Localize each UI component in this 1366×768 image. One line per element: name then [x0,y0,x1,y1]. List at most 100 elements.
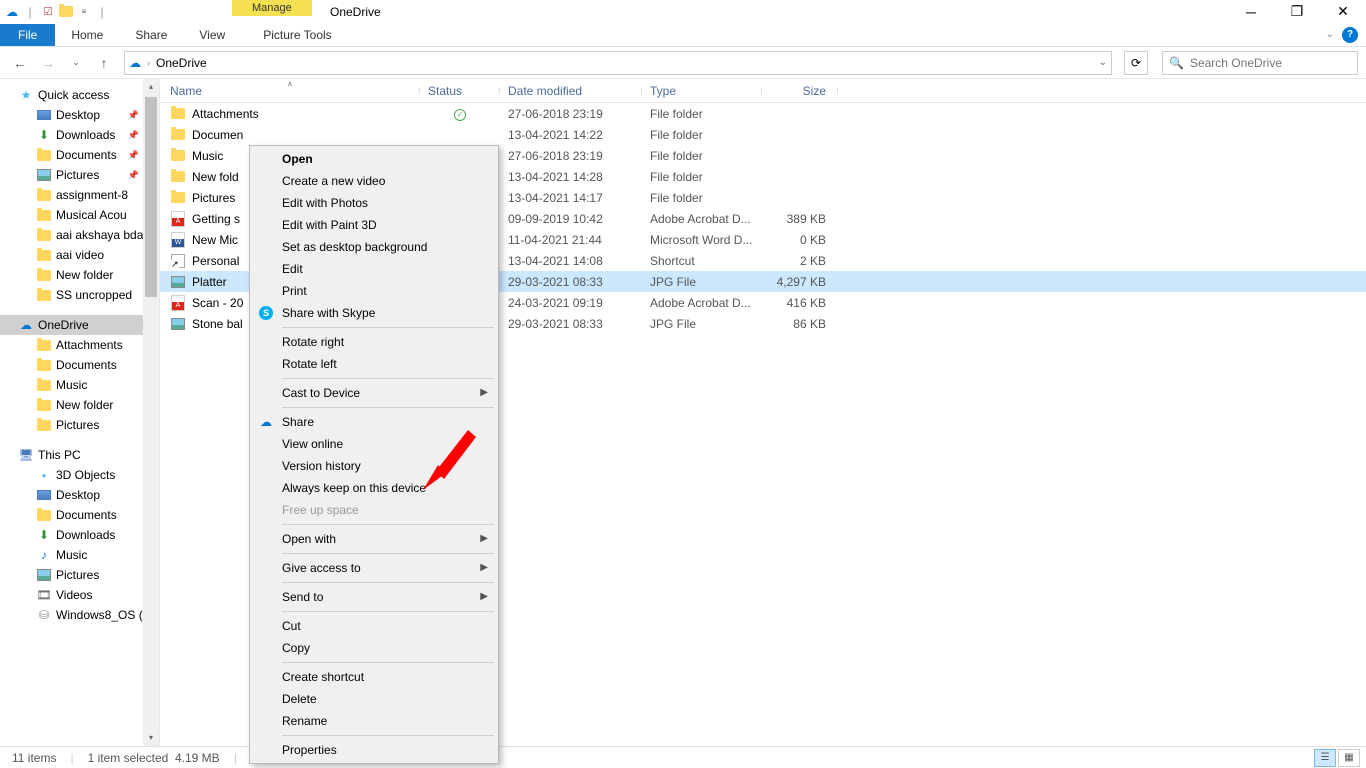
menu-item[interactable]: Rotate left [252,353,496,375]
refresh-button[interactable]: ⟳ [1124,51,1148,75]
qat-dropdown-icon[interactable]: ≡ [76,4,92,20]
col-date[interactable]: Date modified [500,84,642,98]
sidebar-item[interactable]: assignment-8 [0,185,159,205]
sidebar-item[interactable]: ⬇ Downloads 📌 [0,125,159,145]
up-button[interactable]: ↑ [92,51,116,75]
thumbnails-view-button[interactable]: ▦ [1338,749,1360,767]
sidebar-item[interactable]: Desktop 📌 [0,105,159,125]
col-size[interactable]: Size [762,84,838,98]
menu-item[interactable]: Always keep on this device [252,477,496,499]
help-icon[interactable]: ? [1342,27,1358,43]
address-dropdown-icon[interactable]: ⌄ [1099,57,1107,68]
sidebar-scrollbar[interactable]: ▴ ▾ [143,79,159,746]
tree-label: Documents [56,508,117,522]
sidebar-item[interactable]: New folder [0,265,159,285]
sidebar-item[interactable]: Pictures [0,565,159,585]
ribbon-tab[interactable]: View [183,24,241,46]
menu-item[interactable]: Set as desktop background [252,236,496,258]
item-icon [36,107,52,123]
tree-label: Attachments [56,338,123,352]
file-tab[interactable]: File [0,24,55,46]
sidebar-item[interactable]: New folder [0,395,159,415]
breadcrumb[interactable]: OneDrive [156,56,207,70]
file-row[interactable]: Attachments ✓ 27-06-2018 23:19 File fold… [160,103,1366,124]
sidebar-item[interactable]: ⬇ Downloads [0,525,159,545]
menu-item[interactable]: Edit with Paint 3D [252,214,496,236]
menu-item[interactable]: ☁Share [252,411,496,433]
onedrive-root[interactable]: ☁ OneDrive [0,315,159,335]
menu-item[interactable]: Rotate right [252,331,496,353]
sidebar-item[interactable]: Desktop [0,485,159,505]
file-type: File folder [642,170,762,184]
search-box[interactable]: 🔍 [1162,51,1358,75]
qat-newfolder-icon[interactable] [58,4,74,20]
scroll-down-icon[interactable]: ▾ [143,730,159,746]
address-bar[interactable]: ☁ › OneDrive ⌄ [124,51,1112,75]
menu-item[interactable]: SShare with Skype [252,302,496,324]
ribbon-tab[interactable]: Home [55,24,119,46]
menu-item[interactable]: View online [252,433,496,455]
menu-item[interactable]: Edit with Photos [252,192,496,214]
maximize-button[interactable]: ❐ [1274,0,1320,23]
menu-item[interactable]: Edit [252,258,496,280]
scroll-thumb[interactable] [145,97,157,297]
qat-properties-icon[interactable]: ☑ [40,4,56,20]
scroll-up-icon[interactable]: ▴ [143,79,159,95]
forward-button[interactable]: → [36,51,60,75]
sidebar-item[interactable]: Attachments [0,335,159,355]
menu-item[interactable]: Open [252,148,496,170]
minimize-button[interactable]: ─ [1228,0,1274,23]
sidebar-item[interactable]: aai video [0,245,159,265]
sidebar-item[interactable]: Pictures 📌 [0,165,159,185]
menu-item[interactable]: Cast to Device ▶ [252,382,496,404]
menu-item[interactable]: Create a new video [252,170,496,192]
menu-item[interactable]: Copy [252,637,496,659]
col-status[interactable]: Status [420,84,500,98]
item-icon: ⛁ [36,607,52,623]
sidebar-item[interactable]: aai akshaya bday [0,225,159,245]
file-icon [170,106,186,122]
col-name[interactable]: Name˄ [160,84,420,98]
sidebar-item[interactable]: Documents 📌 [0,145,159,165]
search-input[interactable] [1190,56,1351,70]
col-type[interactable]: Type [642,84,762,98]
back-button[interactable]: ← [8,51,32,75]
sidebar-item[interactable]: ⛁ Windows8_OS (C [0,605,159,625]
onedrive-icon: ☁ [4,4,20,20]
file-status: ✓ [420,106,500,121]
quick-access[interactable]: ★ Quick access [0,85,159,105]
recent-dropdown-icon[interactable]: ⌄ [64,51,88,75]
menu-item[interactable]: Send to ▶ [252,586,496,608]
menu-item[interactable]: Give access to ▶ [252,557,496,579]
sidebar-item[interactable]: Documents [0,355,159,375]
menu-item[interactable]: Delete [252,688,496,710]
sidebar-item[interactable]: ⬩ 3D Objects [0,465,159,485]
menu-item[interactable]: Create shortcut [252,666,496,688]
menu-label: Send to [282,590,323,604]
menu-label: Rotate left [282,357,337,371]
sidebar-item[interactable]: ♪ Music [0,545,159,565]
sidebar-item[interactable]: 🎞 Videos [0,585,159,605]
file-row[interactable]: Documen 13-04-2021 14:22 File folder [160,124,1366,145]
sidebar-item[interactable]: Music [0,375,159,395]
menu-label: Share with Skype [282,306,375,320]
menu-item[interactable]: Cut [252,615,496,637]
sidebar-item[interactable]: Pictures [0,415,159,435]
menu-item[interactable]: Rename [252,710,496,732]
sidebar-item[interactable]: Documents [0,505,159,525]
manage-tab[interactable]: Manage [232,0,312,16]
this-pc[interactable]: 🖥 This PC [0,445,159,465]
ribbon-tab[interactable]: Picture Tools [247,24,347,46]
ribbon-tab[interactable]: Share [119,24,183,46]
menu-item[interactable]: Properties [252,739,496,761]
ribbon-expand-icon[interactable]: ⌄ [1326,29,1334,40]
sidebar-item[interactable]: SS uncropped [0,285,159,305]
sidebar-item[interactable]: Musical Acou [0,205,159,225]
tree-label: OneDrive [38,318,89,332]
menu-item[interactable]: Open with ▶ [252,528,496,550]
menu-item[interactable]: Print [252,280,496,302]
close-button[interactable]: ✕ [1320,0,1366,23]
details-view-button[interactable]: ☰ [1314,749,1336,767]
menu-item[interactable]: Version history [252,455,496,477]
titlebar: ☁ | ☑ ≡ | Manage OneDrive ─ ❐ ✕ [0,0,1366,23]
